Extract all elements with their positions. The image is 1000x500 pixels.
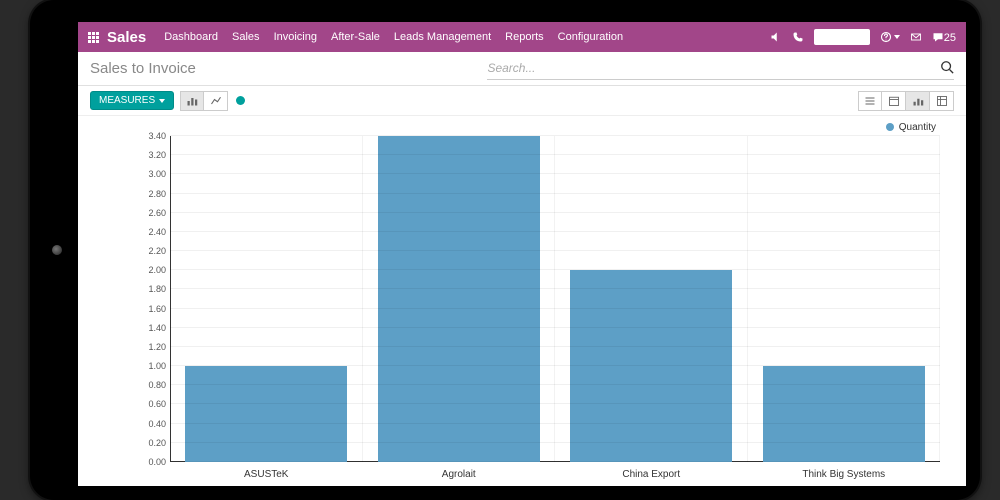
app-brand[interactable]: Sales <box>107 29 146 46</box>
messages-badge[interactable]: 25 <box>932 31 956 44</box>
y-tick: 1.40 <box>138 323 166 333</box>
grid-line <box>170 135 940 136</box>
y-tick: 0.00 <box>138 457 166 467</box>
grid-line <box>170 384 940 385</box>
bar[interactable] <box>378 136 540 462</box>
page-title: Sales to Invoice <box>90 60 196 77</box>
grid-line <box>170 365 940 366</box>
pivot-view-button[interactable] <box>930 91 954 111</box>
grid-line <box>170 231 940 232</box>
plot: ASUSTeKAgrolaitChina ExportThink Big Sys… <box>170 136 940 462</box>
y-tick: 3.00 <box>138 169 166 179</box>
user-menu[interactable] <box>814 29 870 45</box>
grid-vertical <box>939 136 940 462</box>
bar[interactable] <box>570 270 732 462</box>
grid-line <box>170 154 940 155</box>
y-tick: 1.20 <box>138 342 166 352</box>
app-screen: Sales Dashboard Sales Invoicing After-Sa… <box>78 22 966 486</box>
grid-line <box>170 269 940 270</box>
grid-line <box>170 193 940 194</box>
y-tick: 1.60 <box>138 304 166 314</box>
bar-chart-button[interactable] <box>180 91 204 111</box>
x-label: Think Big Systems <box>802 469 885 480</box>
bar[interactable] <box>763 366 925 462</box>
grid-line <box>170 442 940 443</box>
nav-link-dashboard[interactable]: Dashboard <box>164 31 218 43</box>
bar-slot: ASUSTeK <box>170 136 363 462</box>
bars-container: ASUSTeKAgrolaitChina ExportThink Big Sys… <box>170 136 940 462</box>
chart-legend: Quantity <box>78 116 966 134</box>
calendar-view-button[interactable] <box>882 91 906 111</box>
grid-line <box>170 423 940 424</box>
measures-label: MEASURES <box>99 95 155 106</box>
nav-link-invoicing[interactable]: Invoicing <box>274 31 317 43</box>
nav-link-reports[interactable]: Reports <box>505 31 544 43</box>
y-tick: 2.20 <box>138 246 166 256</box>
sound-icon[interactable] <box>770 31 782 43</box>
messages-count: 25 <box>944 32 956 44</box>
legend-series-name: Quantity <box>899 122 936 133</box>
mail-icon[interactable] <box>910 31 922 43</box>
y-tick: 0.40 <box>138 419 166 429</box>
grid-line <box>170 346 940 347</box>
y-tick: 2.00 <box>138 265 166 275</box>
nav-links: Dashboard Sales Invoicing After-Sale Lea… <box>164 31 623 43</box>
pie-chart-button[interactable] <box>228 91 252 111</box>
grid-line <box>170 288 940 289</box>
device-speaker <box>52 245 62 255</box>
grid-line <box>170 173 940 174</box>
apps-icon[interactable] <box>88 32 99 43</box>
search-wrap <box>487 58 954 80</box>
y-tick: 1.00 <box>138 361 166 371</box>
bar-slot: China Export <box>555 136 748 462</box>
grid-line <box>170 250 940 251</box>
line-chart-button[interactable] <box>204 91 228 111</box>
y-tick: 2.60 <box>138 208 166 218</box>
nav-link-aftersale[interactable]: After-Sale <box>331 31 380 43</box>
graph-view-button[interactable] <box>906 91 930 111</box>
nav-link-sales[interactable]: Sales <box>232 31 260 43</box>
nav-link-configuration[interactable]: Configuration <box>558 31 623 43</box>
nav-right: 25 <box>770 29 956 45</box>
controls-row: MEASURES <box>78 86 966 116</box>
legend-dot-icon <box>886 123 894 131</box>
device-inner: Sales Dashboard Sales Invoicing After-Sa… <box>38 8 972 492</box>
grid-line <box>170 403 940 404</box>
nav-link-leads[interactable]: Leads Management <box>394 31 491 43</box>
y-tick: 0.80 <box>138 380 166 390</box>
device-frame: Sales Dashboard Sales Invoicing After-Sa… <box>30 0 980 500</box>
pie-icon <box>236 96 245 105</box>
y-tick: 2.40 <box>138 227 166 237</box>
chart-type-group <box>180 91 252 111</box>
y-tick: 0.20 <box>138 438 166 448</box>
x-label: Agrolait <box>442 469 476 480</box>
phone-icon[interactable] <box>792 31 804 43</box>
list-view-button[interactable] <box>858 91 882 111</box>
navbar: Sales Dashboard Sales Invoicing After-Sa… <box>78 22 966 52</box>
search-icon[interactable] <box>940 60 954 77</box>
chart-area: 0.00 0.20 0.40 0.60 0.80 1.00 1.20 1.40 1.60 1.80… <box>78 134 966 486</box>
subbar: Sales to Invoice <box>78 52 966 86</box>
grid-line <box>170 461 940 462</box>
grid-line <box>170 327 940 328</box>
y-tick: 0.60 <box>138 399 166 409</box>
bar-slot: Think Big Systems <box>748 136 941 462</box>
view-switcher <box>858 91 954 111</box>
chevron-down-icon <box>159 99 165 103</box>
x-label: China Export <box>622 469 680 480</box>
grid-line <box>170 308 940 309</box>
y-axis: 0.000.200.400.600.801.001.201.401.601.80… <box>138 136 168 462</box>
help-icon[interactable] <box>880 31 900 43</box>
y-tick: 3.20 <box>138 150 166 160</box>
y-tick: 1.80 <box>138 284 166 294</box>
y-tick: 3.40 <box>138 131 166 141</box>
grid-line <box>170 212 940 213</box>
bar-slot: Agrolait <box>363 136 556 462</box>
x-label: ASUSTeK <box>244 469 288 480</box>
search-input[interactable] <box>487 61 940 75</box>
y-tick: 2.80 <box>138 189 166 199</box>
measures-button[interactable]: MEASURES <box>90 91 174 110</box>
bar[interactable] <box>185 366 347 462</box>
